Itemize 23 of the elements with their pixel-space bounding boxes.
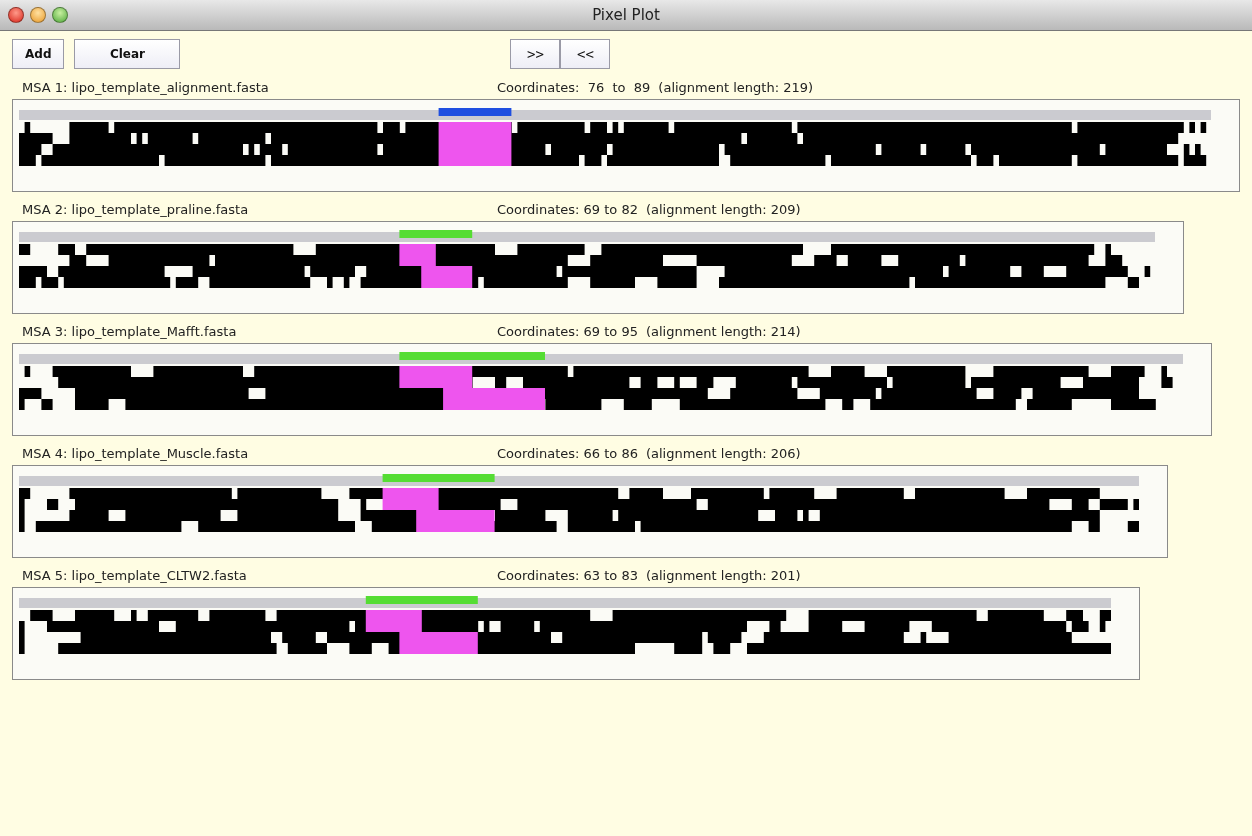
alignment-label: MSA 2: lipo_template_praline.fasta	[22, 202, 250, 217]
close-button[interactable]	[8, 7, 24, 23]
alignment-length-label: (alignment length: 209)	[645, 202, 801, 217]
alignment-length-label: (alignment length: 201)	[645, 568, 801, 583]
alignment-label: MSA 1: lipo_template_alignment.fasta	[22, 80, 270, 95]
alignment-length-label: (alignment length: 219)	[658, 80, 814, 95]
coordinates-label: Coordinates: 69 to 95	[497, 324, 638, 339]
alignment-length-label: (alignment length: 214)	[645, 324, 801, 339]
coordinates-label: Coordinates: 66 to 86	[497, 446, 638, 461]
coordinates-label: Coordinates: 63 to 83	[497, 568, 638, 583]
clear-button[interactable]: Clear	[74, 39, 181, 69]
coordinates-label: Coordinates: 76 to 89	[497, 80, 651, 95]
window-title: Pixel Plot	[592, 6, 660, 24]
coordinates-label: Coordinates: 69 to 82	[497, 202, 638, 217]
next-button[interactable]: >>	[510, 39, 561, 69]
alignment-label: MSA 4: lipo_template_Muscle.fasta	[22, 446, 250, 461]
previous-button[interactable]: <<	[560, 39, 611, 69]
alignment-length-label: (alignment length: 206)	[645, 446, 801, 461]
alignment-label: MSA 3: lipo_template_Mafft.fasta	[22, 324, 238, 339]
zoom-button[interactable]	[52, 7, 68, 23]
minimize-button[interactable]	[30, 7, 46, 23]
alignment-label: MSA 5: lipo_template_CLTW2.fasta	[22, 568, 248, 583]
add-button[interactable]: Add	[12, 39, 65, 69]
